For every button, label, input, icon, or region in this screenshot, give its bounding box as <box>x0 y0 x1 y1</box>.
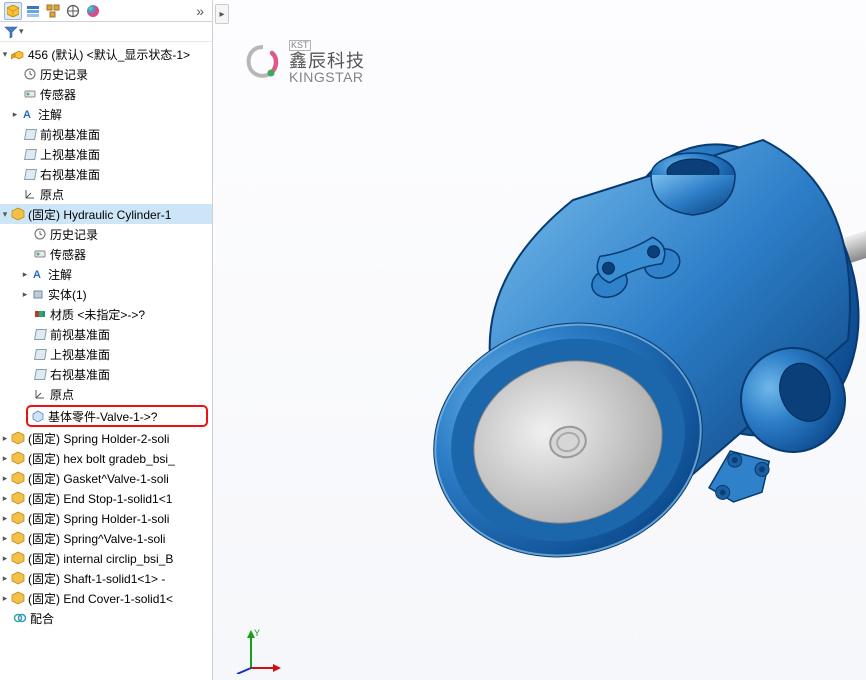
tree-item-mates[interactable]: 配合 <box>0 608 212 628</box>
part-icon <box>10 550 26 566</box>
tab-display-manager[interactable] <box>84 2 102 20</box>
feature-tree: ▾ 456 (默认) <默认_显示状态-1> 历史记录 传感器 ▸ A 注解 前… <box>0 42 212 680</box>
tree-item-comp-annotations[interactable]: ▸ A 注解 <box>0 264 212 284</box>
plane-icon <box>32 326 48 342</box>
tree-component[interactable]: ▸(固定) internal circlip_bsi_B <box>0 548 212 568</box>
part-icon <box>10 510 26 526</box>
flyout-tree-toggle[interactable]: ▸ <box>215 4 229 24</box>
assembly-icon <box>10 46 26 62</box>
tree-toggle[interactable]: ▸ <box>20 269 30 280</box>
part-icon <box>10 206 26 222</box>
tree-component[interactable]: ▸(固定) hex bolt gradeb_bsi_ <box>0 448 212 468</box>
tree-toggle[interactable]: ▸ <box>10 109 20 120</box>
tree-item-comp-history[interactable]: 历史记录 <box>0 224 212 244</box>
history-icon <box>32 226 48 242</box>
filter-row: ▾ <box>0 22 212 42</box>
tree-item-comp-bodies[interactable]: ▸ 实体(1) <box>0 284 212 304</box>
annotations-icon: A <box>30 266 46 282</box>
tree-item-front-plane[interactable]: 前视基准面 <box>0 124 212 144</box>
plane-icon <box>22 126 38 142</box>
tree-item-annotations[interactable]: ▸ A 注解 <box>0 104 212 124</box>
tree-toggle[interactable]: ▸ <box>20 289 30 300</box>
tree-item-top-plane[interactable]: 上视基准面 <box>0 144 212 164</box>
material-icon <box>32 306 48 322</box>
tab-property-manager[interactable] <box>24 2 42 20</box>
part-icon <box>10 470 26 486</box>
tab-dimxpert[interactable] <box>64 2 82 20</box>
tree-item-comp-origin[interactable]: 原点 <box>0 384 212 404</box>
tree-item-sensors[interactable]: 传感器 <box>0 84 212 104</box>
svg-text:A: A <box>33 269 41 280</box>
part-icon <box>10 570 26 586</box>
annotations-icon: A <box>20 106 36 122</box>
filter-icon[interactable] <box>4 25 18 39</box>
plane-icon <box>22 166 38 182</box>
origin-icon <box>32 386 48 402</box>
tree-component[interactable]: ▸(固定) Spring^Valve-1-soli <box>0 528 212 548</box>
tree-component[interactable]: ▸(固定) Spring Holder-2-soli <box>0 428 212 448</box>
tree-item-comp-material[interactable]: 材质 <未指定>->? <box>0 304 212 324</box>
derived-part-icon <box>30 408 46 424</box>
panel-tabs: » <box>0 0 212 22</box>
svg-text:A: A <box>23 109 31 120</box>
watermark-logo-icon <box>243 43 283 81</box>
triad-y-label: Y <box>254 628 260 638</box>
model-render[interactable] <box>343 80 866 600</box>
watermark: KST 鑫辰科技 KINGSTAR <box>243 40 365 84</box>
tree-item-comp-sensors[interactable]: 传感器 <box>0 244 212 264</box>
tree-component-hydraulic-cylinder[interactable]: ▾ (固定) Hydraulic Cylinder-1 <box>0 204 212 224</box>
tree-component[interactable]: ▸(固定) Spring Holder-1-soli <box>0 508 212 528</box>
tree-toggle[interactable]: ▾ <box>0 49 10 60</box>
tree-item-history[interactable]: 历史记录 <box>0 64 212 84</box>
part-icon <box>10 430 26 446</box>
highlight-box: 基体零件-Valve-1->? <box>26 405 208 427</box>
tree-component[interactable]: ▸(固定) End Stop-1-solid1<1 <box>0 488 212 508</box>
plane-icon <box>32 366 48 382</box>
sensors-icon <box>22 86 38 102</box>
watermark-kst: KST <box>289 40 311 51</box>
view-triad[interactable]: Y <box>235 628 281 674</box>
origin-icon <box>22 186 38 202</box>
plane-icon <box>32 346 48 362</box>
feature-tree-panel: » ▾ ▾ 456 (默认) <默认_显示状态-1> 历史记录 传感器 ▸ A … <box>0 0 213 680</box>
tree-toggle[interactable]: ▾ <box>0 209 10 220</box>
mates-icon <box>12 610 28 626</box>
part-icon <box>10 450 26 466</box>
filter-dropdown-chevron[interactable]: ▾ <box>19 26 24 37</box>
history-icon <box>22 66 38 82</box>
tree-item-comp-front-plane[interactable]: 前视基准面 <box>0 324 212 344</box>
part-icon <box>10 590 26 606</box>
tree-root-assembly[interactable]: ▾ 456 (默认) <默认_显示状态-1> <box>0 44 212 64</box>
graphics-viewport[interactable]: ▸ KST 鑫辰科技 KINGSTAR <box>213 0 866 680</box>
tree-item-comp-right-plane[interactable]: 右视基准面 <box>0 364 212 384</box>
tree-item-origin[interactable]: 原点 <box>0 184 212 204</box>
tab-feature-manager[interactable] <box>4 2 22 20</box>
watermark-cn: 鑫辰科技 <box>289 52 365 70</box>
tree-component[interactable]: ▸(固定) Gasket^Valve-1-soli <box>0 468 212 488</box>
tree-component[interactable]: ▸(固定) End Cover-1-solid1< <box>0 588 212 608</box>
solid-body-icon <box>30 286 46 302</box>
tree-item-base-part-valve[interactable]: 基体零件-Valve-1->? <box>30 407 204 425</box>
tree-item-right-plane[interactable]: 右视基准面 <box>0 164 212 184</box>
tree-component[interactable]: ▸(固定) Shaft-1-solid1<1> - <box>0 568 212 588</box>
tree-item-comp-top-plane[interactable]: 上视基准面 <box>0 344 212 364</box>
part-icon <box>10 530 26 546</box>
part-icon <box>10 490 26 506</box>
tree-root-label: 456 (默认) <默认_显示状态-1> <box>28 46 190 63</box>
panel-expand-arrow[interactable]: » <box>192 3 208 19</box>
plane-icon <box>22 146 38 162</box>
tab-configuration-manager[interactable] <box>44 2 62 20</box>
sensors-icon <box>32 246 48 262</box>
